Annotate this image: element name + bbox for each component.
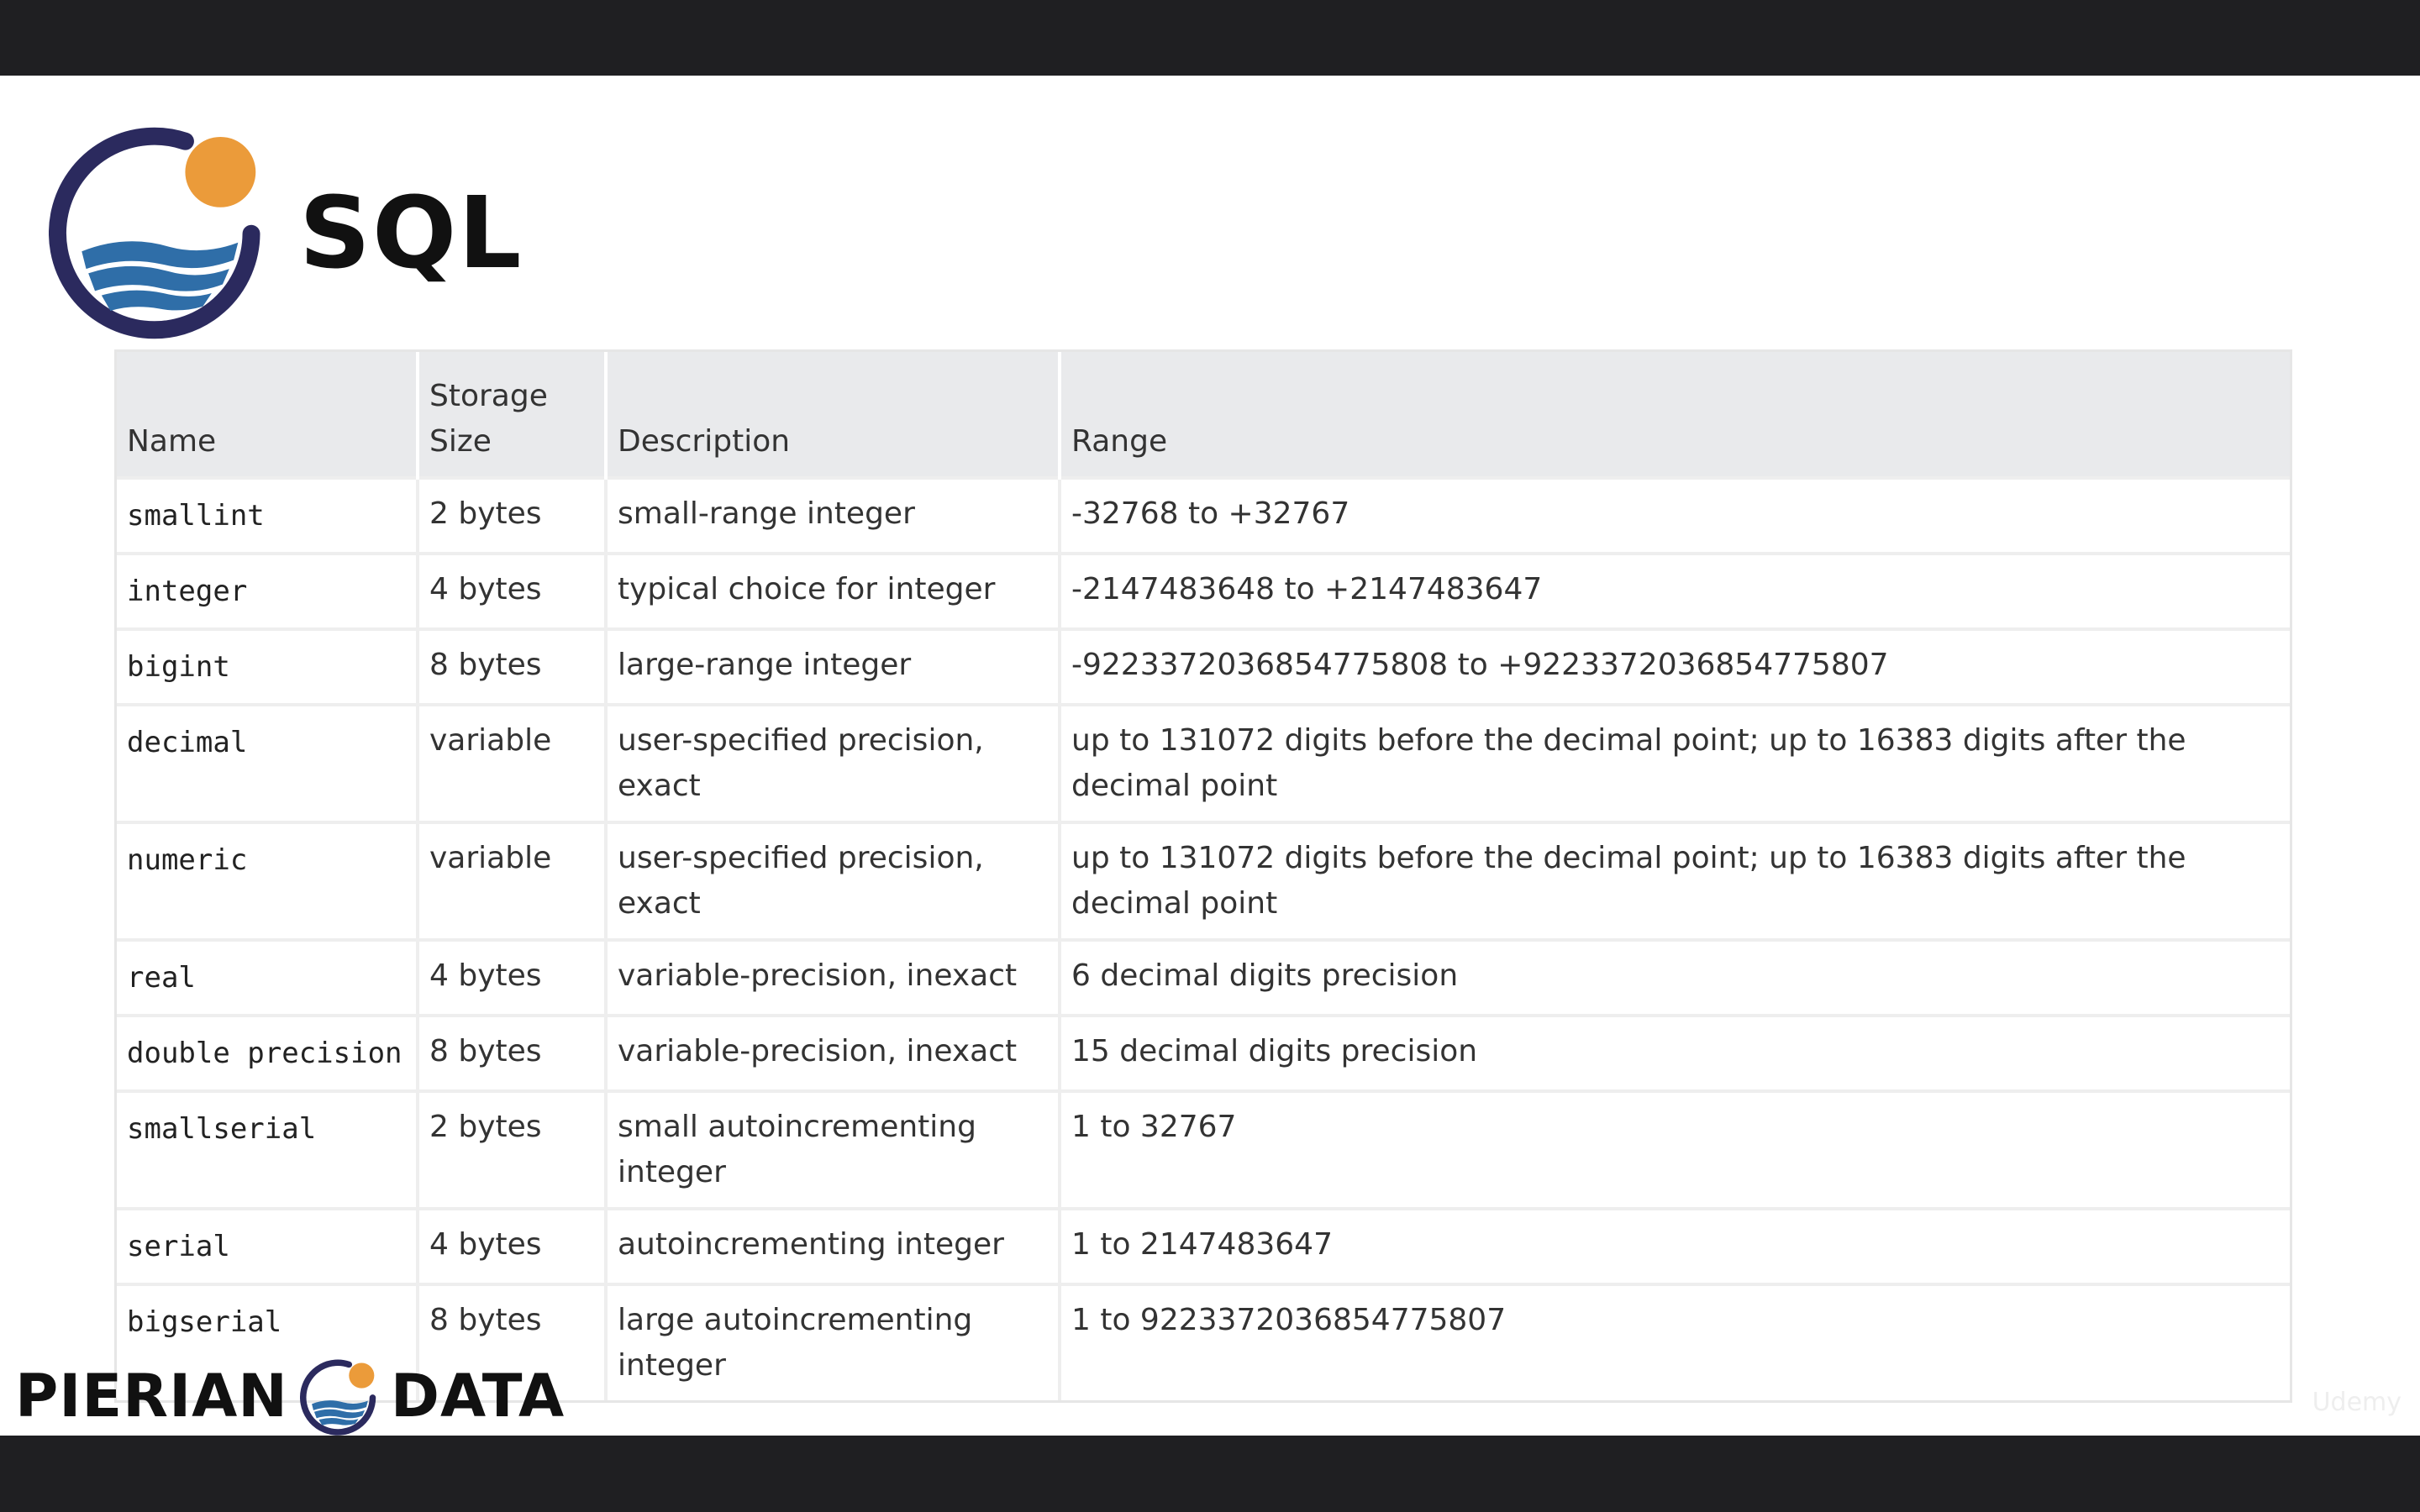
pierian-data-logo-icon [49,127,260,339]
pierian-data-mini-logo-icon [299,1359,376,1436]
cell-name: double precision [117,1014,419,1091]
cell-description: user-specified precision, exact [606,821,1061,940]
cell-range: 6 decimal digits precision [1060,938,2290,1016]
table-header-row: Name Storage Size Description Range [117,352,2290,478]
cell-name: integer [117,552,419,629]
cell-size: 4 bytes [418,1207,608,1284]
cell-size: variable [418,703,608,822]
cell-range: 15 decimal digits precision [1060,1014,2290,1091]
table-row: real 4 bytes variable-precision, inexact… [117,938,2290,1016]
cell-description: small autoincrementing integer [606,1089,1061,1209]
footer-brand: PIERIAN DATA [15,1354,565,1436]
cell-range: -32768 to +32767 [1060,476,2290,554]
table-row: numeric variable user-specified precisio… [117,821,2290,940]
brand-left-text: PIERIAN [15,1362,288,1431]
table-row: bigint 8 bytes large-range integer -9223… [117,627,2290,705]
cell-name: bigint [117,627,419,705]
table-row: integer 4 bytes typical choice for integ… [117,552,2290,629]
cell-name: real [117,938,419,1016]
cell-size: 8 bytes [418,1014,608,1091]
cell-description: large-range integer [606,627,1061,705]
cell-description: typical choice for integer [606,552,1061,629]
column-header-description: Description [606,352,1061,478]
cell-name: serial [117,1207,419,1284]
table-row: smallserial 2 bytes small autoincrementi… [117,1089,2290,1209]
table-row: smallint 2 bytes small-range integer -32… [117,476,2290,554]
data-types-table: Name Storage Size Description Range smal… [114,349,2292,1403]
cell-name: smallserial [117,1089,419,1209]
cell-description: autoincrementing integer [606,1207,1061,1284]
cell-description: large autoincrementing integer [606,1283,1061,1400]
cell-description: variable-precision, inexact [606,1014,1061,1091]
cell-size: 4 bytes [418,938,608,1016]
page-title: SQL [299,175,523,291]
slide: SQL Name Storage Size Description Range … [0,76,2420,1436]
brand-right-text: DATA [390,1362,566,1431]
cell-size: 4 bytes [418,552,608,629]
cell-range: 1 to 2147483647 [1060,1207,2290,1284]
cell-name: decimal [117,703,419,822]
cell-name: numeric [117,821,419,940]
cell-size: variable [418,821,608,940]
cell-range: up to 131072 digits before the decimal p… [1060,821,2290,940]
cell-range: 1 to 9223372036854775807 [1060,1283,2290,1400]
cell-range: 1 to 32767 [1060,1089,2290,1209]
cell-range: -9223372036854775808 to +922337203685477… [1060,627,2290,705]
cell-size: 2 bytes [418,1089,608,1209]
table-row: serial 4 bytes autoincrementing integer … [117,1207,2290,1284]
cell-name: smallint [117,476,419,554]
table-row: decimal variable user-specified precisio… [117,703,2290,822]
cell-description: variable-precision, inexact [606,938,1061,1016]
table-row: double precision 8 bytes variable-precis… [117,1014,2290,1091]
cell-range: -2147483648 to +2147483647 [1060,552,2290,629]
udemy-watermark: Udemy [2312,1388,2402,1417]
cell-size: 2 bytes [418,476,608,554]
cell-description: user-specified precision, exact [606,703,1061,822]
cell-description: small-range integer [606,476,1061,554]
column-header-storage-size: Storage Size [418,352,608,478]
cell-range: up to 131072 digits before the decimal p… [1060,703,2290,822]
cell-size: 8 bytes [418,627,608,705]
column-header-name: Name [117,352,419,478]
column-header-range: Range [1060,352,2290,478]
